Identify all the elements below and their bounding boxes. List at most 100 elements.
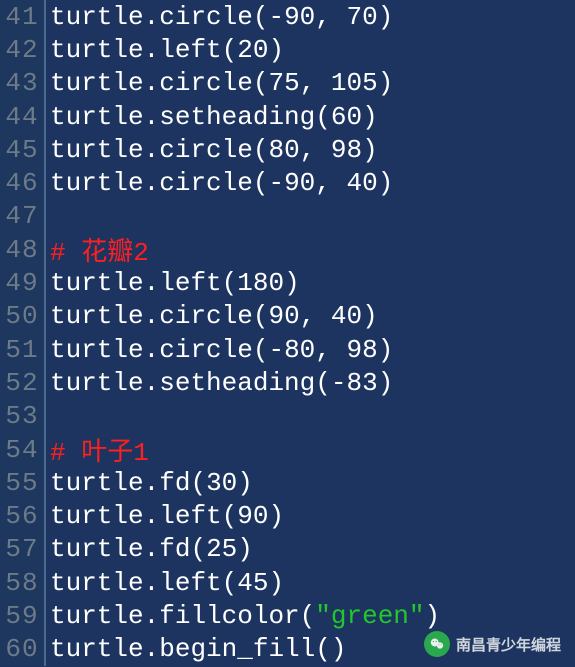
token-ident: begin_fill xyxy=(159,634,315,664)
token-punct: ( xyxy=(190,534,206,564)
token-punct: ( xyxy=(222,268,238,298)
token-punct: ) xyxy=(268,35,284,65)
token-ident: setheading xyxy=(159,102,315,132)
code-line: 54# 叶子1 xyxy=(0,433,575,466)
token-punct: . xyxy=(144,35,160,65)
token-ident: turtle xyxy=(50,68,144,98)
token-punct: , xyxy=(315,2,346,32)
token-ident: turtle xyxy=(50,2,144,32)
token-ident: circle xyxy=(159,68,253,98)
token-punct: ) xyxy=(362,135,378,165)
code-content: # 叶子1 xyxy=(46,431,149,468)
code-line: 58turtle.left(45) xyxy=(0,566,575,599)
code-line: 50turtle.circle(90, 40) xyxy=(0,300,575,333)
code-content: turtle.left(180) xyxy=(46,268,300,298)
token-num: -80 xyxy=(268,335,315,365)
token-punct: ( xyxy=(253,301,269,331)
line-number: 46 xyxy=(0,166,46,199)
token-ident: turtle xyxy=(50,102,144,132)
token-punct: () xyxy=(315,634,346,664)
token-num: 40 xyxy=(347,168,378,198)
token-punct: ( xyxy=(253,68,269,98)
token-num: 180 xyxy=(237,268,284,298)
token-num: 75 xyxy=(268,68,299,98)
token-ident: circle xyxy=(159,135,253,165)
code-content: turtle.circle(-80, 98) xyxy=(46,335,393,365)
token-punct: . xyxy=(144,568,160,598)
code-content: turtle.setheading(-83) xyxy=(46,368,393,398)
code-line: 44turtle.setheading(60) xyxy=(0,100,575,133)
token-punct: ) xyxy=(237,468,253,498)
token-num: 98 xyxy=(331,135,362,165)
token-num: -90 xyxy=(268,2,315,32)
line-number: 50 xyxy=(0,300,46,333)
watermark-text: 南昌青少年编程 xyxy=(456,634,561,655)
token-ident: left xyxy=(159,35,221,65)
token-ident: turtle xyxy=(50,468,144,498)
token-punct: . xyxy=(144,301,160,331)
token-punct: . xyxy=(144,634,160,664)
token-num: 80 xyxy=(268,135,299,165)
token-punct: , xyxy=(300,68,331,98)
token-punct: , xyxy=(315,335,346,365)
token-punct: . xyxy=(144,335,160,365)
code-line: 49turtle.left(180) xyxy=(0,266,575,299)
line-number: 54 xyxy=(0,433,46,466)
token-punct: ( xyxy=(253,335,269,365)
token-punct: ) xyxy=(362,301,378,331)
token-num: 40 xyxy=(331,301,362,331)
line-number: 57 xyxy=(0,533,46,566)
line-number: 51 xyxy=(0,333,46,366)
token-ident: left xyxy=(159,568,221,598)
code-editor: 41turtle.circle(-90, 70)42turtle.left(20… xyxy=(0,0,575,666)
token-num: 45 xyxy=(237,568,268,598)
token-punct: ) xyxy=(237,534,253,564)
line-number: 56 xyxy=(0,499,46,532)
line-number: 44 xyxy=(0,100,46,133)
token-punct: ( xyxy=(315,102,331,132)
token-punct: ) xyxy=(284,268,300,298)
token-punct: ) xyxy=(378,2,394,32)
token-ident: turtle xyxy=(50,35,144,65)
token-str: "green" xyxy=(315,601,424,631)
token-num: 90 xyxy=(268,301,299,331)
line-number: 48 xyxy=(0,233,46,266)
code-line: 42turtle.left(20) xyxy=(0,33,575,66)
line-number: 47 xyxy=(0,200,46,233)
token-ident: turtle xyxy=(50,135,144,165)
token-punct: . xyxy=(144,168,160,198)
token-punct: ) xyxy=(378,168,394,198)
line-number: 49 xyxy=(0,266,46,299)
token-ident: fd xyxy=(159,534,190,564)
token-ident: left xyxy=(159,501,221,531)
token-punct: ( xyxy=(253,168,269,198)
token-num: 25 xyxy=(206,534,237,564)
token-punct: . xyxy=(144,468,160,498)
token-ident: turtle xyxy=(50,534,144,564)
token-ident: setheading xyxy=(159,368,315,398)
watermark: 南昌青少年编程 xyxy=(424,631,561,657)
token-punct: . xyxy=(144,2,160,32)
token-ident: turtle xyxy=(50,335,144,365)
token-punct: ) xyxy=(425,601,441,631)
code-line: 46turtle.circle(-90, 40) xyxy=(0,166,575,199)
token-num: -83 xyxy=(331,368,378,398)
token-punct: ) xyxy=(378,68,394,98)
token-punct: . xyxy=(144,601,160,631)
token-punct: . xyxy=(144,534,160,564)
token-punct: ( xyxy=(222,35,238,65)
code-content: turtle.circle(90, 40) xyxy=(46,301,378,331)
code-content: turtle.setheading(60) xyxy=(46,102,378,132)
line-number: 59 xyxy=(0,599,46,632)
token-punct: ( xyxy=(300,601,316,631)
code-content: turtle.left(45) xyxy=(46,568,284,598)
line-number: 42 xyxy=(0,33,46,66)
token-num: 98 xyxy=(347,335,378,365)
token-punct: ) xyxy=(362,102,378,132)
token-punct: , xyxy=(300,301,331,331)
token-ident: turtle xyxy=(50,268,144,298)
line-number: 41 xyxy=(0,0,46,33)
code-line: 57turtle.fd(25) xyxy=(0,533,575,566)
code-content: turtle.circle(80, 98) xyxy=(46,135,378,165)
token-ident: turtle xyxy=(50,301,144,331)
